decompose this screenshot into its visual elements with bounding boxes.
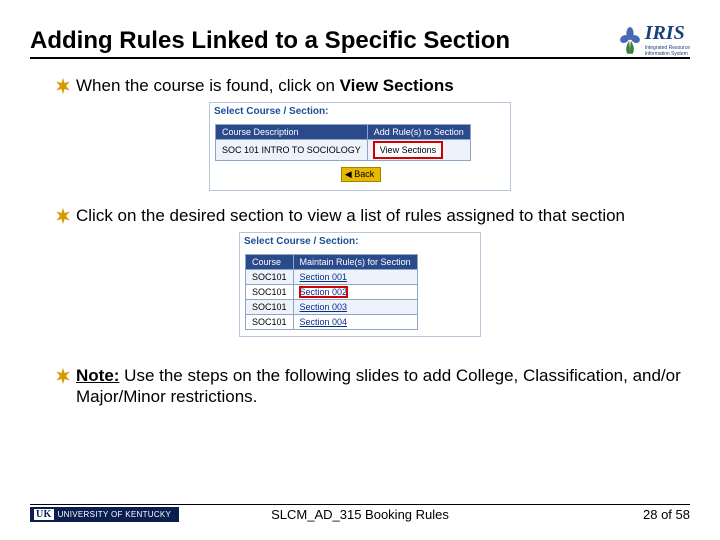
section-link-001[interactable]: Section 001 [300,272,348,282]
star-bullet-icon [54,207,72,225]
back-button-label: Back [354,169,374,179]
section-link-002[interactable]: Section 002 [300,287,348,297]
table-row: SOC101 Section 001 [246,269,418,284]
view-sections-button[interactable]: View Sections [374,142,442,158]
note-label: Note: [76,366,119,385]
iris-logo: IRIS Integrated Resource Information Sys… [619,22,690,57]
uky-mark: UK [34,509,54,520]
note-text: Use the steps on the following slides to… [76,366,681,406]
bullet-1-strong: View Sections [340,76,454,95]
shot2-row3-course: SOC101 [246,314,294,329]
title-underline [30,57,690,59]
section-link-003[interactable]: Section 003 [300,302,348,312]
shot2-header-maintain: Maintain Rule(s) for Section [293,254,417,269]
shot1-action-cell: View Sections [367,140,470,161]
back-button[interactable]: ◀ Back [341,167,381,182]
shot1-header-course: Course Description [216,125,368,140]
iris-logo-sub2: Information System [645,51,690,57]
bullet-1: When the course is found, click on View … [54,75,690,96]
bullet-3: Note: Use the steps on the following sli… [54,365,690,408]
page-number: 28 of 58 [643,507,690,522]
shot2-row2-course: SOC101 [246,299,294,314]
table-row: SOC101 Section 002 [246,284,418,299]
shot2-row1-course: SOC101 [246,284,294,299]
shot2-header-course: Course [246,254,294,269]
bullet-2: Click on the desired section to view a l… [54,205,690,226]
iris-logo-text: IRIS [645,22,690,45]
star-bullet-icon [54,77,72,95]
footer: UK UNIVERSITY OF KENTUCKY SLCM_AD_315 Bo… [30,504,690,522]
bullet-2-text: Click on the desired section to view a l… [76,205,690,226]
footer-divider [30,504,690,505]
shot2-row0-course: SOC101 [246,269,294,284]
screenshot-1-title: Select Course / Section: [210,103,510,120]
table-row: SOC101 Section 004 [246,314,418,329]
section-link-004[interactable]: Section 004 [300,317,348,327]
screenshot-2: Select Course / Section: Course Maintain… [239,232,481,337]
star-bullet-icon [54,367,72,385]
shot1-header-addrule: Add Rule(s) to Section [367,125,470,140]
shot1-course-cell: SOC 101 INTRO TO SOCIOLOGY [216,140,368,161]
page-title: Adding Rules Linked to a Specific Sectio… [30,27,510,57]
uky-text: UNIVERSITY OF KENTUCKY [58,510,172,519]
uky-logo: UK UNIVERSITY OF KENTUCKY [30,507,179,522]
iris-flower-icon [619,26,641,54]
bullet-1-text: When the course is found, click on [76,76,340,95]
table-row: SOC101 Section 003 [246,299,418,314]
screenshot-2-title: Select Course / Section: [240,233,480,250]
screenshot-1: Select Course / Section: Course Descript… [209,102,511,191]
